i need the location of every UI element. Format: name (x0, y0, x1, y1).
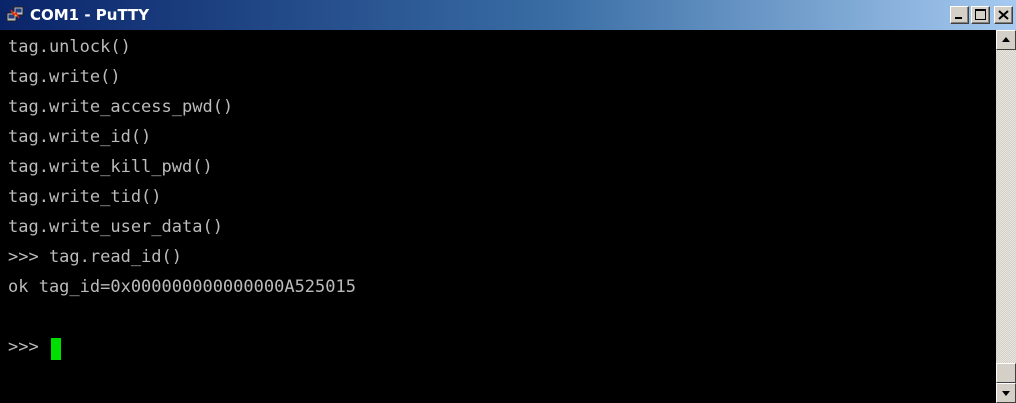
putty-window: COM1 - PuTTY tag.unlock() tag.write() ta… (0, 0, 1016, 403)
terminal-line: tag.write() (8, 67, 121, 87)
terminal-output-line: ok tag_id=0x000000000000000A525015 (8, 277, 356, 297)
terminal-output[interactable]: tag.unlock() tag.write() tag.write_acces… (0, 30, 996, 403)
scroll-thumb[interactable] (996, 363, 1016, 383)
putty-app-icon[interactable] (6, 6, 24, 24)
close-button[interactable] (994, 6, 1013, 24)
terminal-line: tag.write_kill_pwd() (8, 157, 213, 177)
terminal-line: tag.write_tid() (8, 187, 162, 207)
scroll-up-arrow-icon (1002, 37, 1010, 42)
terminal-line: tag.unlock() (8, 37, 131, 57)
scroll-up-button[interactable] (996, 30, 1016, 50)
terminal-line: tag.write_access_pwd() (8, 97, 234, 117)
close-icon (998, 10, 1009, 20)
maximize-button[interactable] (971, 6, 990, 24)
title-bar[interactable]: COM1 - PuTTY (0, 0, 1016, 30)
scroll-down-arrow-icon (1002, 391, 1010, 396)
terminal-line: tag.write_id() (8, 127, 152, 147)
terminal-cursor (51, 338, 61, 360)
terminal-prompt-line: >>> (8, 337, 49, 357)
terminal-line: tag.write_user_data() (8, 217, 223, 237)
scroll-down-button[interactable] (996, 383, 1016, 403)
vertical-scrollbar[interactable] (996, 30, 1016, 403)
minimize-button[interactable] (950, 6, 969, 24)
terminal-prompt-line: >>> tag.read_id() (8, 247, 182, 267)
window-title: COM1 - PuTTY (30, 6, 150, 24)
